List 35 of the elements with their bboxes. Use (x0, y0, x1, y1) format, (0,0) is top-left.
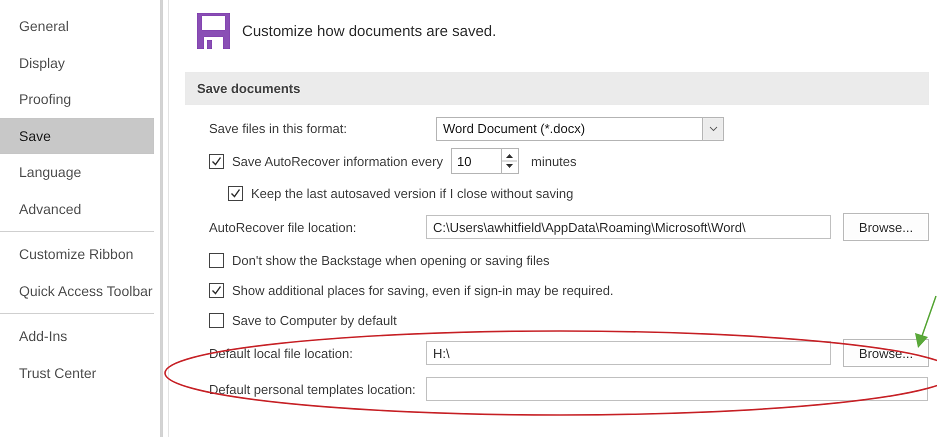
checkbox-label: Save AutoRecover information every (232, 154, 443, 168)
page-heading: Customize how documents are saved. (242, 22, 496, 40)
field-label: Default personal templates location: (209, 382, 417, 396)
sidebar-item[interactable]: General (0, 8, 154, 44)
input-field[interactable]: C:\Users\awhitfield\AppData\Roaming\Microsoft\Word\ (426, 215, 831, 239)
checkbox[interactable] (209, 252, 224, 268)
annotation-arrow (915, 296, 937, 348)
field-label: AutoRecover file location: (209, 220, 358, 234)
browse-button[interactable]: Browse... (843, 213, 929, 241)
checkbox[interactable] (228, 186, 243, 201)
browse-button[interactable]: Browse... (843, 339, 929, 367)
checkbox[interactable] (209, 154, 224, 168)
section-header: Save documents (185, 72, 929, 105)
input-field[interactable]: H:\ (426, 341, 831, 365)
sidebar-item[interactable]: Customize Ribbon (0, 236, 154, 272)
sidebar-item[interactable]: Quick Access Toolbar (0, 272, 154, 309)
sidebar-item[interactable]: Save (0, 118, 154, 154)
checkbox-label: Keep the last autosaved version if I close without saving (251, 186, 574, 201)
sidebar-item[interactable]: Proofing (0, 81, 154, 118)
checkbox-label: Show additional places for saving, even if sign-in may be required. (232, 282, 614, 298)
field-label: Save files in this format: (209, 121, 348, 136)
unit-label: minutes (531, 154, 577, 168)
checkbox-label: Save to Computer by default (232, 312, 397, 328)
sidebar-item[interactable]: Display (0, 44, 154, 81)
sidebar-item[interactable]: Advanced (0, 190, 154, 227)
checkbox[interactable] (209, 312, 224, 328)
minutes-spinner[interactable]: 10 (451, 148, 519, 174)
checkbox[interactable] (209, 282, 224, 298)
sidebar-item[interactable]: Language (0, 154, 154, 190)
sidebar-item[interactable]: Add-Ins (0, 318, 154, 354)
input-field[interactable] (426, 377, 928, 401)
format-dropdown[interactable]: Word Document (*.docx) (436, 116, 724, 140)
caret-icon (708, 126, 718, 132)
sidebar-item[interactable]: Trust Center (0, 354, 154, 391)
checkbox-label: Don't show the Backstage when opening or saving files (232, 252, 550, 268)
